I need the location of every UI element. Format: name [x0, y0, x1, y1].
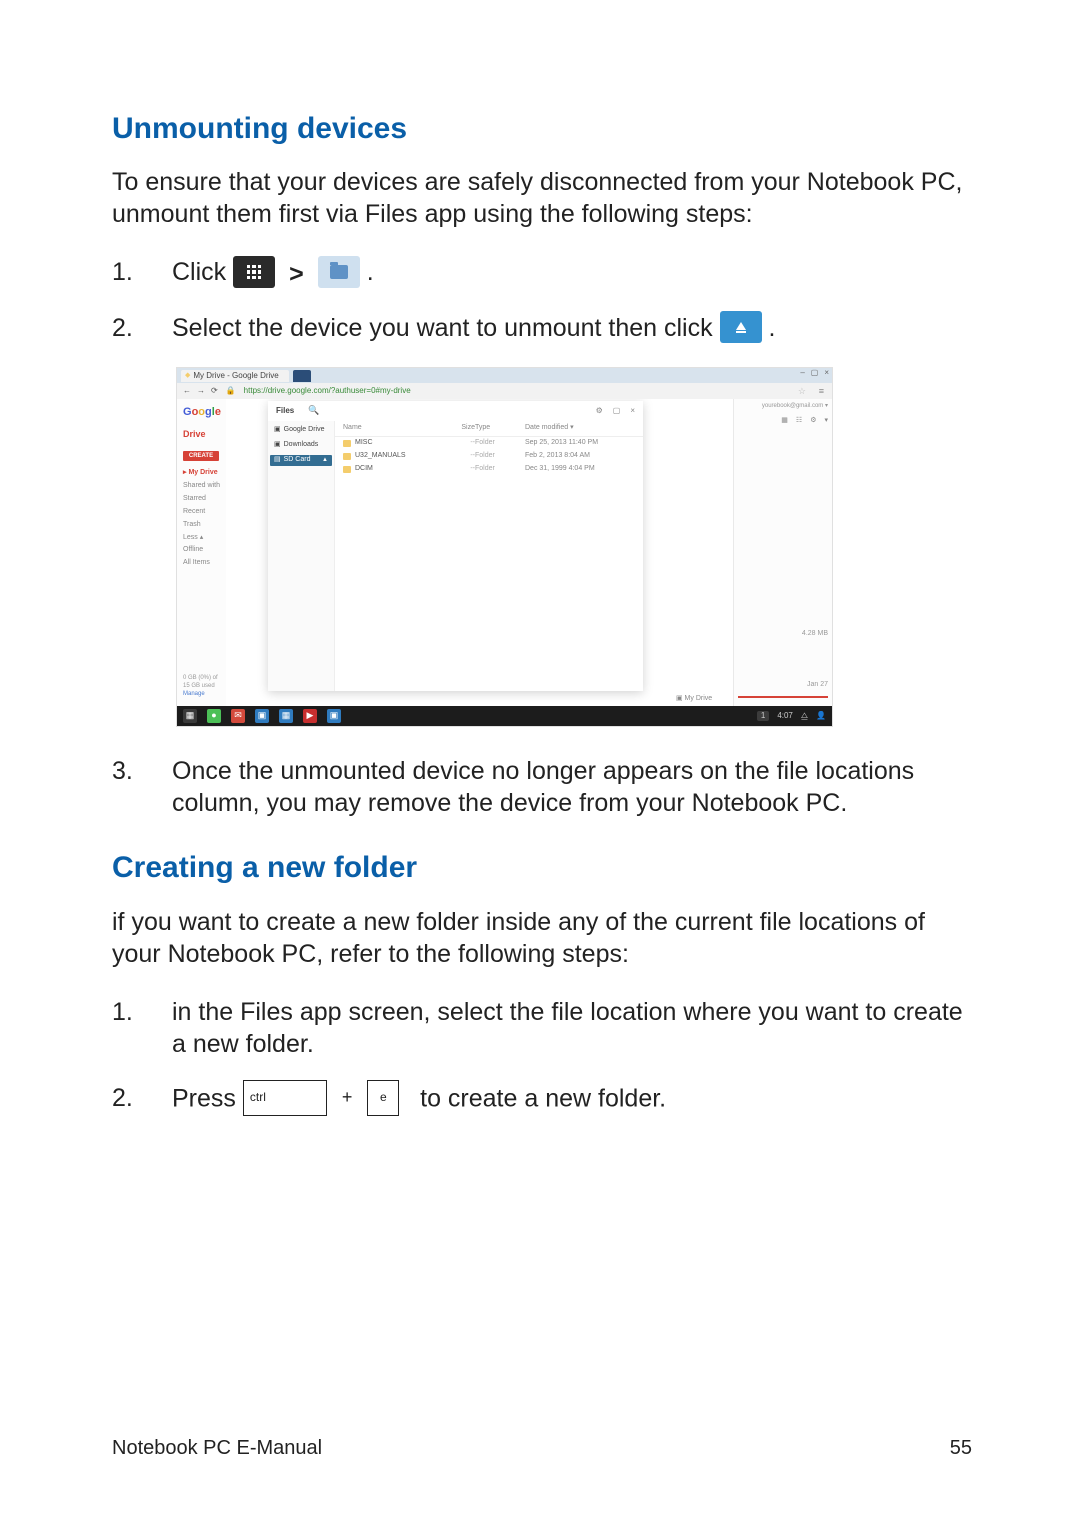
- lock-icon: 🔒: [226, 386, 236, 396]
- cstep2-rest: to create a new folder.: [420, 1084, 666, 1112]
- chevron-right-text: >: [289, 258, 304, 290]
- maximize-icon[interactable]: ▢: [613, 406, 621, 416]
- close-icon[interactable]: ×: [630, 406, 635, 416]
- step-number-3: 3.: [112, 755, 172, 819]
- para-create-intro: if you want to create a new folder insid…: [112, 906, 972, 970]
- apps-launcher-icon[interactable]: [233, 256, 275, 288]
- key-ctrl: ctrl: [243, 1080, 327, 1116]
- settings-icon[interactable]: ⚙: [810, 417, 816, 426]
- app-icon-1[interactable]: ▣: [255, 709, 269, 723]
- heading-create-folder: Creating a new folder: [112, 849, 972, 887]
- app-icon-3[interactable]: ▣: [327, 709, 341, 723]
- tab-title: My Drive - Google Drive: [193, 370, 278, 382]
- gmail-icon[interactable]: ✉: [231, 709, 245, 723]
- step3-text: Once the unmounted device no longer appe…: [172, 755, 972, 819]
- nav-shared[interactable]: Shared with: [179, 482, 224, 491]
- side-sd-card[interactable]: ▤SD Card: [270, 455, 332, 466]
- table-row[interactable]: U32_MANUALS -- Folder Feb 2, 2013 8:04 A…: [335, 450, 643, 463]
- window-close[interactable]: ×: [824, 368, 829, 378]
- google-logo: Google: [183, 405, 224, 419]
- dropdown-icon[interactable]: ▾: [824, 417, 828, 426]
- window-maximize[interactable]: ▢: [811, 368, 819, 378]
- storage-text: 0 GB (0%) of 15 GB used: [183, 675, 220, 690]
- back-icon[interactable]: ←: [183, 386, 191, 396]
- forward-icon[interactable]: →: [197, 386, 205, 396]
- wifi-icon[interactable]: ⧋: [801, 711, 808, 721]
- folder-icon: [343, 440, 351, 447]
- footer-page-number: 55: [950, 1436, 972, 1462]
- screenshot-files-app: ◆ My Drive - Google Drive – ▢ × ← → ⟳ 🔒 …: [176, 367, 833, 727]
- nav-my-drive[interactable]: ▸ My Drive: [179, 469, 224, 478]
- nav-starred[interactable]: Starred: [179, 495, 224, 504]
- th-type[interactable]: Type: [475, 424, 525, 433]
- key-e: e: [367, 1080, 399, 1116]
- second-tab[interactable]: [293, 370, 311, 382]
- reload-icon[interactable]: ⟳: [211, 386, 218, 396]
- side-google-drive[interactable]: ▣Google Drive: [270, 425, 332, 436]
- files-window: Files 🔍 ⚙ ▢ × ▣Google Drive ▣Downloads ▤…: [268, 401, 643, 691]
- drive-word: Drive: [183, 429, 224, 441]
- gear-icon[interactable]: ⚙: [596, 406, 603, 416]
- th-date[interactable]: Date modified ▾: [525, 424, 635, 433]
- table-row[interactable]: DCIM -- Folder Dec 31, 1999 4:04 PM: [335, 463, 643, 476]
- r-size: 4.28 MB: [738, 630, 828, 639]
- create-button[interactable]: CREATE: [183, 451, 219, 461]
- nav-offline[interactable]: Offline: [179, 546, 224, 555]
- nav-trash[interactable]: Trash: [179, 521, 224, 530]
- para-unmount-intro: To ensure that your devices are safely d…: [112, 166, 972, 230]
- youtube-icon[interactable]: ▶: [303, 709, 317, 723]
- eject-icon[interactable]: [720, 311, 762, 343]
- browser-tab[interactable]: ◆ My Drive - Google Drive: [181, 370, 289, 382]
- key-plus: +: [342, 1086, 353, 1109]
- notification-badge[interactable]: 1: [757, 711, 769, 721]
- files-title: Files: [276, 406, 294, 416]
- cstep1-text: in the Files app screen, select the file…: [172, 996, 972, 1060]
- menu-icon[interactable]: ≡: [819, 386, 824, 398]
- account-label[interactable]: yourebook@gmail.com ▾: [738, 403, 828, 411]
- step1-period: .: [367, 258, 374, 286]
- manage-link[interactable]: Manage: [183, 691, 220, 699]
- r-date: Jan 27: [738, 681, 828, 690]
- grid-view-icon[interactable]: ☷: [796, 417, 802, 426]
- table-row[interactable]: MISC -- Folder Sep 25, 2013 11:40 PM: [335, 437, 643, 450]
- user-icon[interactable]: 👤: [816, 711, 826, 721]
- step2-text-b: .: [769, 314, 776, 342]
- side-downloads[interactable]: ▣Downloads: [270, 440, 332, 451]
- progress-bar: [738, 696, 828, 698]
- heading-unmounting: Unmounting devices: [112, 110, 972, 148]
- nav-less[interactable]: Less ▴: [179, 534, 224, 543]
- url-text[interactable]: https://drive.google.com/?authuser=0#my-…: [244, 386, 411, 396]
- nav-all-items[interactable]: All Items: [179, 559, 224, 568]
- th-name[interactable]: Name: [343, 424, 435, 433]
- chrome-icon[interactable]: ●: [207, 709, 221, 723]
- launcher-icon[interactable]: ▦: [183, 709, 197, 723]
- step1-click-word: Click: [172, 258, 226, 286]
- clock[interactable]: 4:07: [777, 711, 793, 721]
- step2-text-a: Select the device you want to unmount th…: [172, 314, 713, 342]
- cstep2-press: Press: [172, 1084, 236, 1112]
- th-size[interactable]: Size: [435, 424, 475, 433]
- app-icon-2[interactable]: ▦: [279, 709, 293, 723]
- step-number-1: 1.: [112, 256, 172, 289]
- drive-left-nav: Google Drive CREATE ▸ My Drive Shared wi…: [177, 399, 226, 706]
- search-icon[interactable]: 🔍: [308, 405, 319, 417]
- breadcrumb[interactable]: ▣ My Drive: [676, 695, 712, 704]
- window-minimize[interactable]: –: [800, 368, 804, 378]
- folder-icon: [343, 453, 351, 460]
- star-icon[interactable]: ☆: [798, 386, 806, 398]
- step-number-2: 2.: [112, 312, 172, 345]
- footer-left: Notebook PC E-Manual: [112, 1436, 322, 1462]
- list-view-icon[interactable]: ▦: [781, 417, 788, 426]
- cstep-number-2: 2.: [112, 1082, 172, 1118]
- nav-recent[interactable]: Recent: [179, 508, 224, 517]
- folder-icon: [343, 466, 351, 473]
- cstep-number-1: 1.: [112, 996, 172, 1060]
- files-app-icon[interactable]: [318, 256, 360, 288]
